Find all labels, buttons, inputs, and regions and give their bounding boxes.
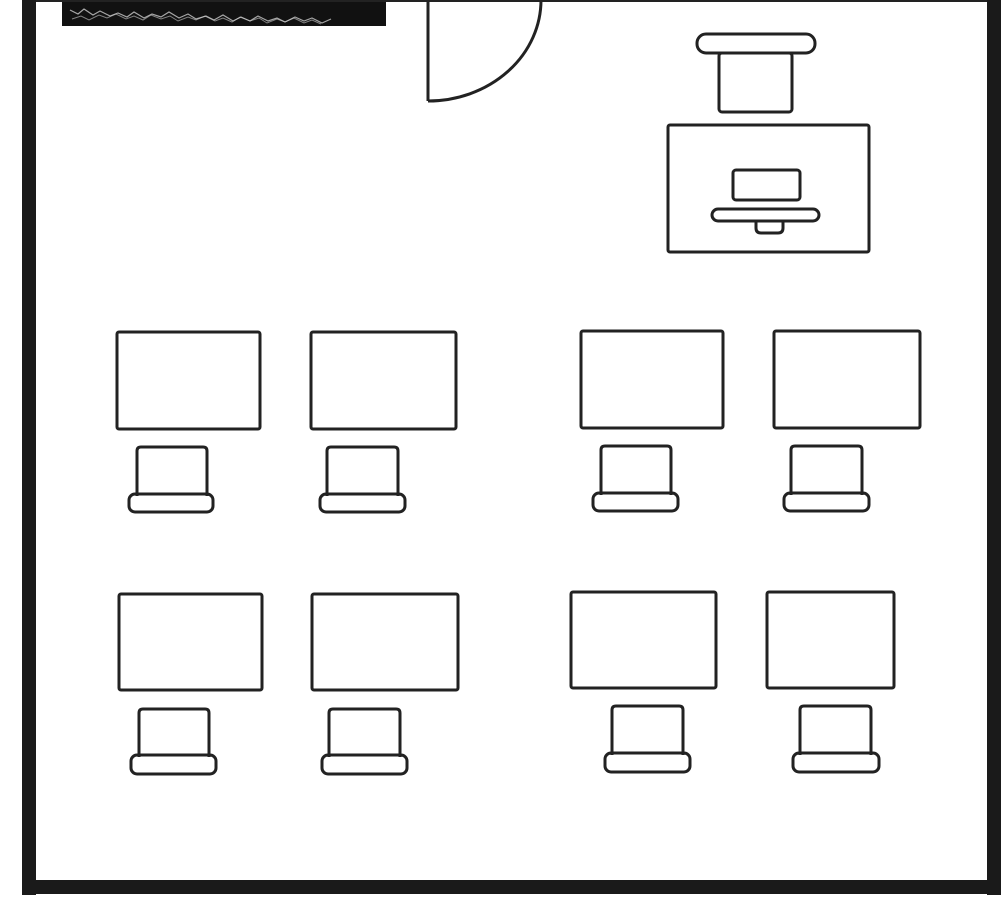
floor <box>0 0 1006 901</box>
bottom-wall <box>22 880 1001 894</box>
left-wall <box>22 0 36 895</box>
classroom-floor-plan <box>0 0 1006 901</box>
whiteboard <box>62 2 386 26</box>
right-wall <box>987 0 1001 895</box>
